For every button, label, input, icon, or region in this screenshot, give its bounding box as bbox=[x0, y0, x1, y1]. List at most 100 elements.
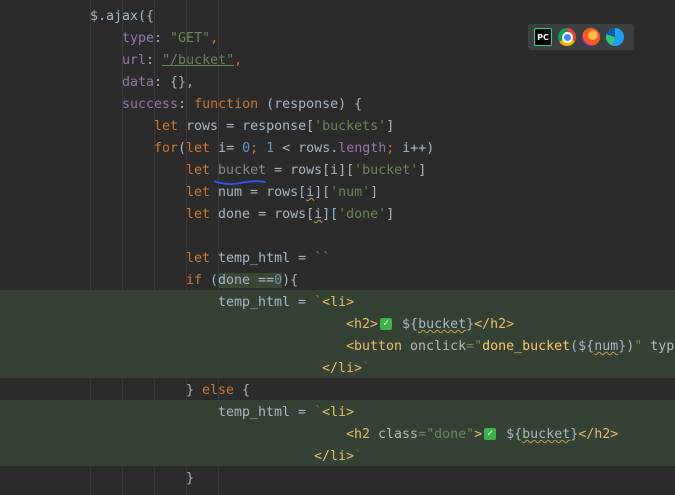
code-token: 'buckets' bbox=[314, 119, 387, 134]
code-token: ` bbox=[314, 405, 323, 420]
code-token: </h2> bbox=[578, 427, 619, 442]
code-token: : {}, bbox=[154, 75, 195, 90]
code-token: for bbox=[154, 141, 179, 156]
code-token: let bbox=[186, 207, 211, 222]
code-token: > bbox=[474, 427, 483, 442]
firefox-icon[interactable] bbox=[582, 28, 600, 46]
code-token: let bbox=[186, 185, 211, 200]
code-token: rows = response[ bbox=[178, 119, 315, 134]
code-token: class bbox=[370, 427, 419, 442]
code-token: ][ bbox=[314, 185, 331, 200]
code-token: "GET" bbox=[170, 31, 211, 46]
code-token: else bbox=[202, 383, 235, 398]
code-token: ` bbox=[354, 449, 363, 464]
code-token: = rows[i][ bbox=[266, 163, 355, 178]
code-token: <h2 bbox=[346, 427, 371, 442]
code-line[interactable]: } else { bbox=[0, 380, 675, 402]
edge-icon[interactable] bbox=[606, 28, 624, 46]
code-token: num = rows[ bbox=[210, 185, 307, 200]
code-token: <button bbox=[346, 339, 403, 354]
code-token: bucket bbox=[418, 317, 467, 332]
code-line[interactable]: if (done ==0){ bbox=[0, 270, 675, 292]
code-token: =" bbox=[466, 339, 483, 354]
code-token: : bbox=[154, 31, 171, 46]
code-token: num bbox=[594, 339, 619, 354]
code-line[interactable]: </li>` bbox=[0, 446, 675, 468]
pycharm-icon[interactable]: PC bbox=[534, 28, 552, 46]
code-token: 'bucket' bbox=[354, 163, 419, 178]
code-token: ][ bbox=[322, 207, 339, 222]
code-token: ( bbox=[202, 273, 219, 288]
code-token: let bbox=[186, 163, 211, 178]
code-token: temp_html = bbox=[218, 405, 315, 420]
code-token: ] bbox=[386, 207, 395, 222]
code-line[interactable]: <h2> ✓ ${bucket}</h2> bbox=[0, 314, 675, 336]
code-token: done == bbox=[218, 273, 275, 288]
code-token: </li> bbox=[314, 449, 355, 464]
code-token: ] bbox=[370, 185, 379, 200]
code-token: ${ bbox=[394, 317, 419, 332]
code-token: ="done" bbox=[418, 427, 475, 442]
code-line[interactable]: temp_html = `<li> bbox=[0, 402, 675, 424]
code-token: let bbox=[154, 119, 179, 134]
code-line[interactable]: let num = rows[i]['num'] bbox=[0, 182, 675, 204]
code-token: done_bucket bbox=[482, 339, 571, 354]
code-token: } bbox=[186, 383, 203, 398]
code-token: url bbox=[122, 53, 147, 68]
code-line[interactable]: data: {}, bbox=[0, 72, 675, 94]
code-line[interactable] bbox=[0, 226, 675, 248]
code-token: ; bbox=[386, 141, 403, 156]
code-token: <li> bbox=[322, 405, 355, 420]
code-token: </li> bbox=[322, 361, 363, 376]
code-token: bucket bbox=[522, 427, 571, 442]
code-token: i++) bbox=[402, 141, 435, 156]
code-token: type bbox=[650, 339, 675, 354]
code-token: (${ bbox=[570, 339, 595, 354]
code-line[interactable]: <button onclick="done_bucket(${num})" ty… bbox=[0, 336, 675, 358]
code-token: ){ bbox=[282, 273, 299, 288]
code-line[interactable]: </li>` bbox=[0, 358, 675, 380]
code-line[interactable]: for(let i= 0; 1 < rows.length; i++) bbox=[0, 138, 675, 160]
chrome-icon[interactable] bbox=[558, 28, 576, 46]
code-token: , bbox=[210, 31, 219, 46]
code-line[interactable]: let bucket = rows[i]['bucket'] bbox=[0, 160, 675, 182]
code-token: temp_html = bbox=[218, 295, 315, 310]
code-line[interactable]: temp_html = `<li> bbox=[0, 292, 675, 314]
code-token: }) bbox=[618, 339, 635, 354]
code-token: `` bbox=[314, 251, 331, 266]
code-line[interactable]: <h2 class="done"> ✓ ${bucket}</h2> bbox=[0, 424, 675, 446]
code-token: </h2> bbox=[474, 317, 515, 332]
code-line[interactable]: let temp_html = `` bbox=[0, 248, 675, 270]
code-token: bucket bbox=[218, 163, 267, 178]
code-token: ${ bbox=[498, 427, 523, 442]
code-token: i bbox=[306, 185, 315, 200]
checkmark-emoji-icon: ✓ bbox=[484, 428, 497, 440]
code-token: $.ajax({ bbox=[90, 9, 155, 24]
code-token: length bbox=[338, 141, 387, 156]
code-line[interactable]: } bbox=[0, 468, 675, 490]
code-token: i= bbox=[210, 141, 243, 156]
code-token: (response) { bbox=[258, 97, 363, 112]
code-token: ] bbox=[386, 119, 395, 134]
code-token: ` bbox=[362, 361, 371, 376]
code-token: done = rows[ bbox=[210, 207, 315, 222]
code-token: 1 bbox=[266, 141, 275, 156]
code-token: 0 bbox=[242, 141, 251, 156]
code-token: } bbox=[186, 471, 195, 486]
browser-preview-bar: PC bbox=[528, 24, 634, 50]
code-token: let bbox=[186, 251, 211, 266]
code-token: : bbox=[178, 97, 195, 112]
code-line[interactable]: url: "/bucket", bbox=[0, 50, 675, 72]
code-token: i bbox=[314, 207, 323, 222]
code-line[interactable]: let done = rows[i]['done'] bbox=[0, 204, 675, 226]
code-line[interactable]: success: function (response) { bbox=[0, 94, 675, 116]
code-token: , bbox=[234, 53, 243, 68]
code-token: ( bbox=[178, 141, 187, 156]
code-token: 'num' bbox=[330, 185, 371, 200]
code-line[interactable]: let rows = response['buckets'] bbox=[0, 116, 675, 138]
code-token: data bbox=[122, 75, 155, 90]
code-token: 0 bbox=[274, 273, 283, 288]
code-token: "/bucket" bbox=[162, 53, 235, 68]
code-token: type bbox=[122, 31, 155, 46]
code-token: function bbox=[194, 97, 259, 112]
